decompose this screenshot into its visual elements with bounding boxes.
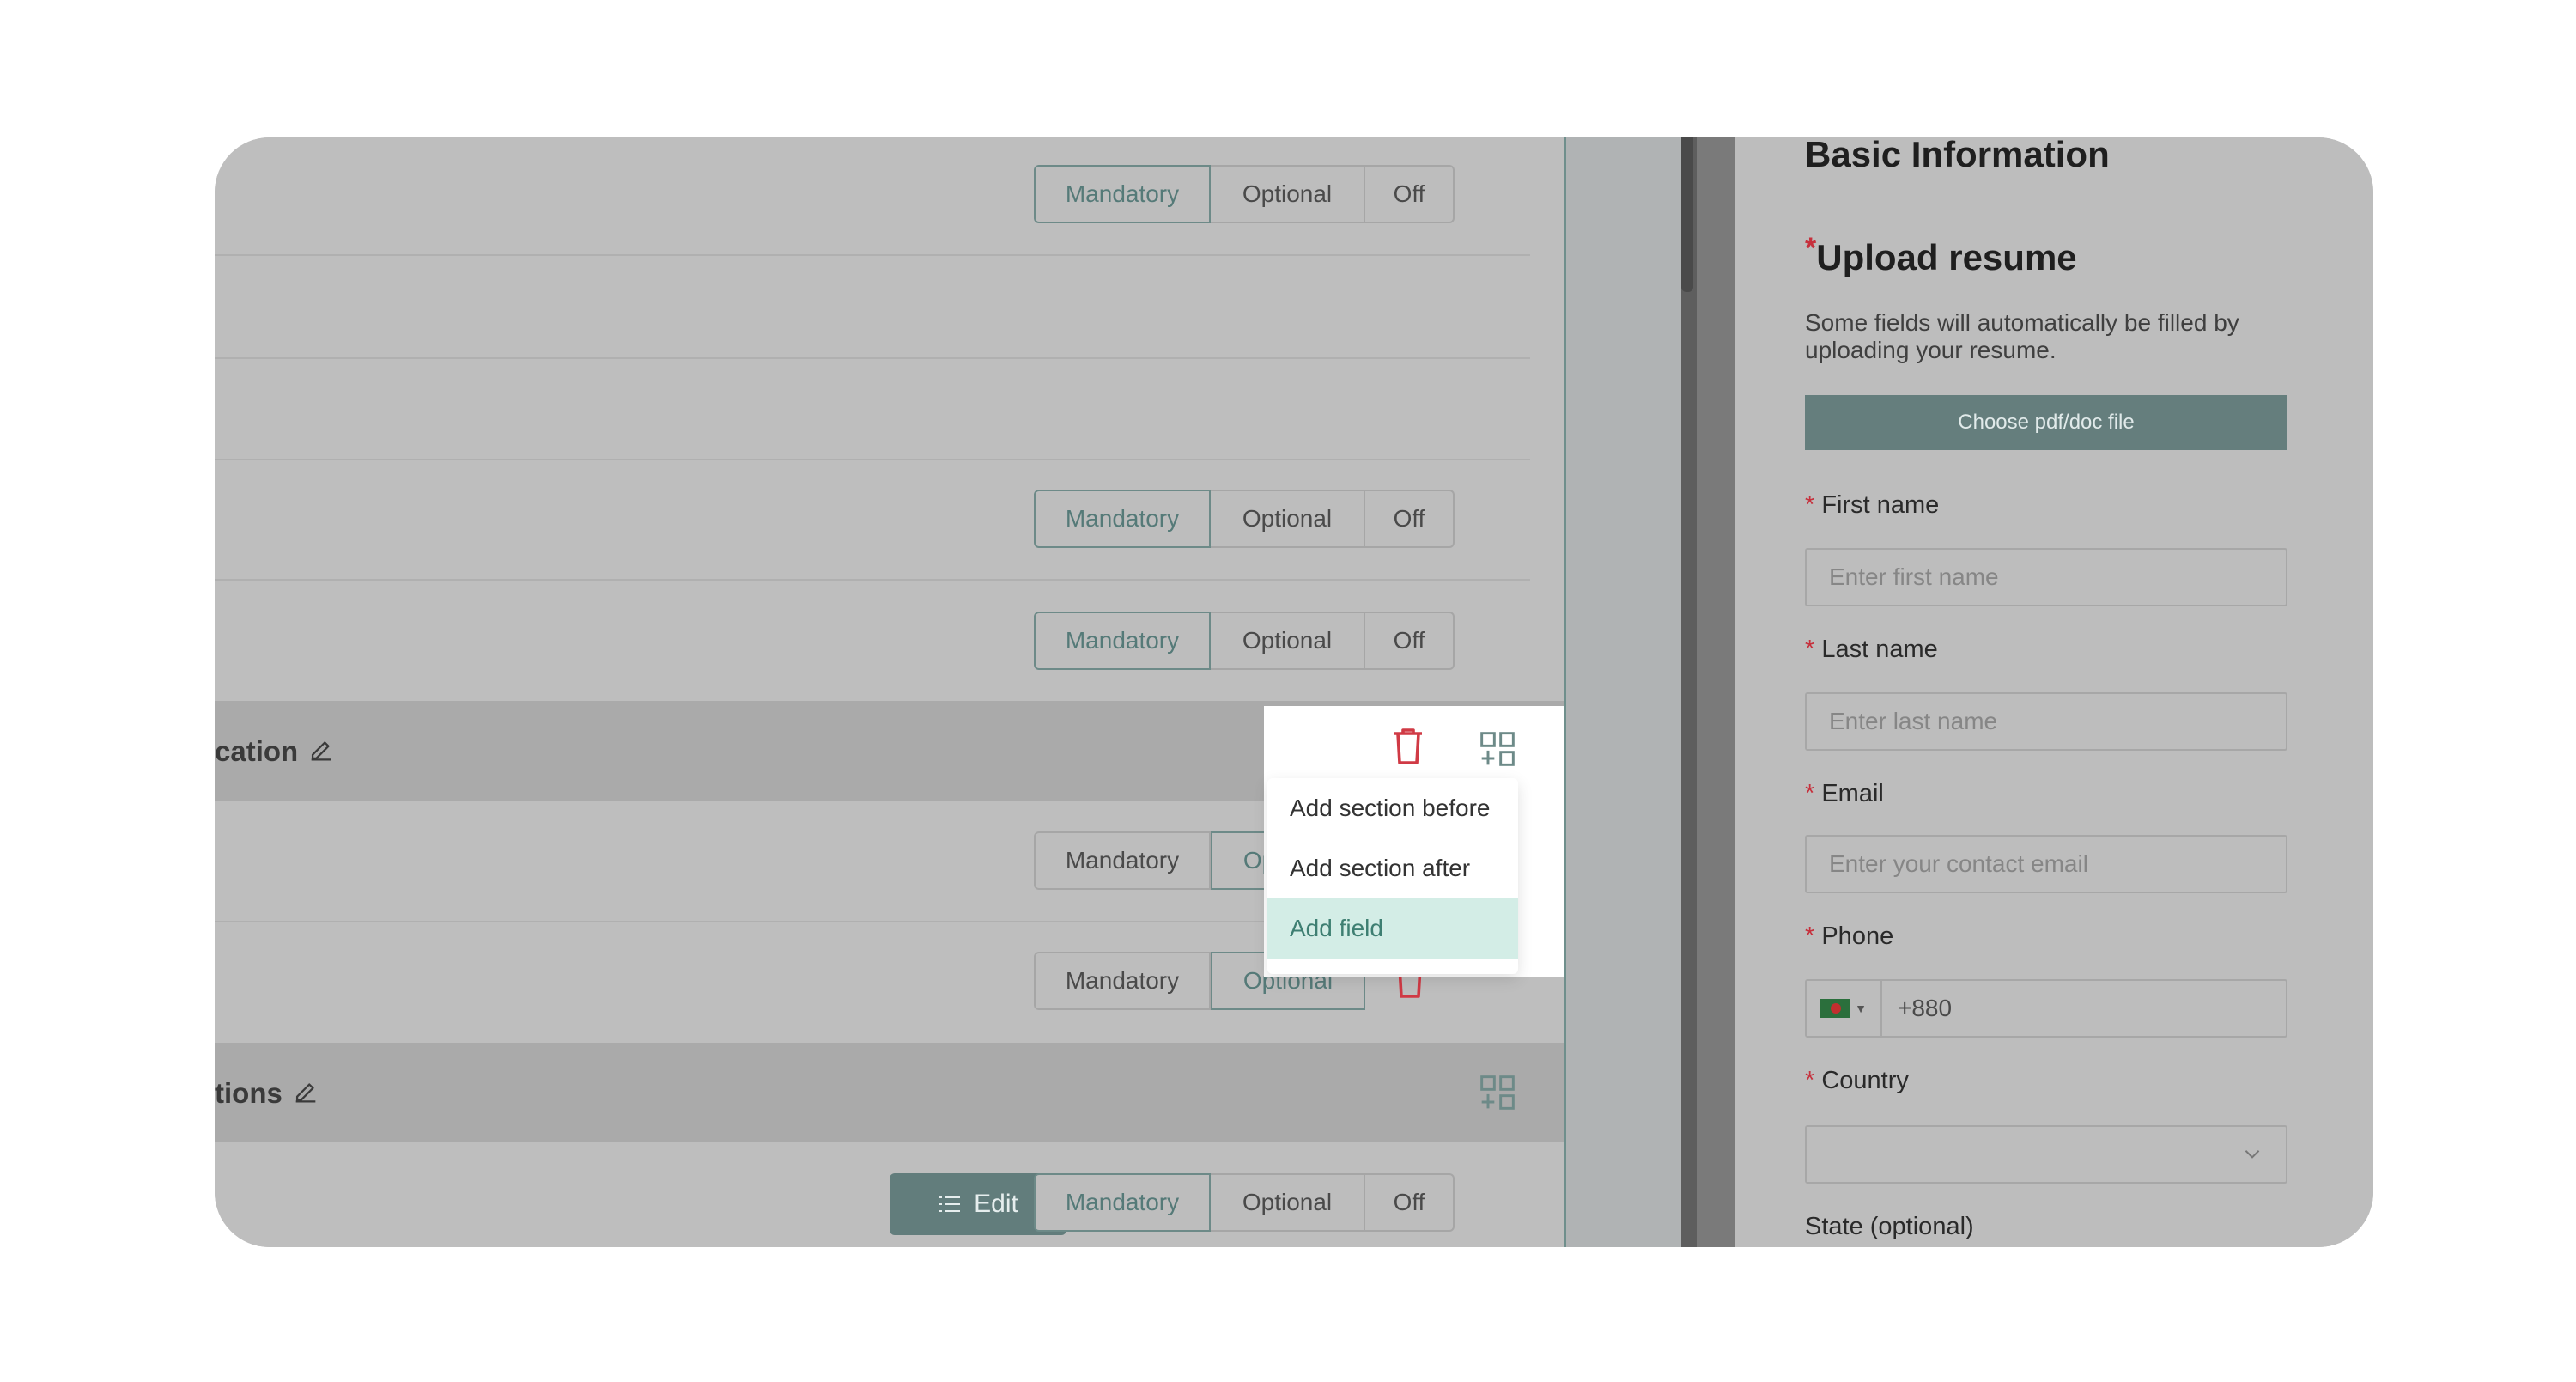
- row-divider: [215, 254, 1530, 256]
- state-label: State (optional): [1805, 1213, 1974, 1240]
- mandatory-option[interactable]: Mandatory: [1034, 952, 1211, 1010]
- mandatory-option[interactable]: Mandatory: [1034, 612, 1211, 670]
- phone-input-group: ▼ +880: [1805, 979, 2287, 1038]
- preview-heading: Basic Information: [1805, 137, 2110, 174]
- first-name-input[interactable]: Enter first name: [1805, 548, 2287, 606]
- optional-option[interactable]: Optional: [1211, 490, 1365, 548]
- email-input[interactable]: Enter your contact email: [1805, 835, 2287, 893]
- menu-item-add-section-after[interactable]: Add section after: [1267, 838, 1518, 898]
- chevron-down-icon: [2241, 1142, 2263, 1171]
- panel-divider: [1564, 137, 1683, 1247]
- optional-option[interactable]: Optional: [1211, 1173, 1365, 1232]
- off-option[interactable]: Off: [1365, 612, 1455, 670]
- device-frame-edge: [1681, 137, 1735, 1247]
- required-asterisk: *: [1805, 232, 1817, 265]
- required-asterisk: *: [1805, 636, 1822, 663]
- email-label: Email: [1821, 780, 1884, 807]
- form-preview-panel: Basic Information *Upload resume Some fi…: [1735, 137, 2373, 1247]
- country-select[interactable]: [1805, 1125, 2287, 1184]
- optional-option[interactable]: Optional: [1211, 612, 1365, 670]
- last-name-label: Last name: [1821, 636, 1938, 663]
- country-label: Country: [1821, 1067, 1909, 1094]
- choose-file-button[interactable]: Choose pdf/doc file: [1805, 395, 2287, 450]
- section-title: cation: [215, 735, 299, 767]
- menu-item-add-field[interactable]: Add field: [1267, 898, 1518, 959]
- delete-section-icon[interactable]: [1391, 725, 1425, 770]
- last-name-input[interactable]: Enter last name: [1805, 692, 2287, 751]
- caret-down-icon: ▼: [1855, 1001, 1867, 1015]
- field-requirement-toggle: Mandatory Optional Off: [1034, 490, 1455, 548]
- mandatory-option[interactable]: Mandatory: [1034, 831, 1211, 890]
- edit-pencil-icon[interactable]: [291, 1077, 320, 1111]
- edit-pencil-icon[interactable]: [307, 735, 336, 769]
- required-asterisk: *: [1805, 922, 1822, 950]
- field-requirement-toggle: Mandatory Optional Off: [1034, 1173, 1455, 1232]
- field-requirement-toggle: Mandatory Optional Off: [1034, 165, 1455, 223]
- add-menu-dropdown: Add section before Add section after Add…: [1267, 778, 1518, 974]
- edit-label: Edit: [974, 1190, 1018, 1218]
- off-option[interactable]: Off: [1365, 165, 1455, 223]
- off-option[interactable]: Off: [1365, 1173, 1455, 1232]
- required-asterisk: *: [1805, 780, 1822, 807]
- section-header: tions: [215, 1043, 1564, 1142]
- row-divider: [215, 357, 1530, 359]
- add-section-grid-icon[interactable]: [1479, 1074, 1516, 1116]
- mandatory-option[interactable]: Mandatory: [1034, 490, 1211, 548]
- list-icon: [939, 1196, 961, 1212]
- row-divider: [215, 459, 1530, 460]
- section-title: tions: [215, 1077, 283, 1109]
- form-builder-card: Mandatory Optional Off Mandatory Optiona…: [215, 137, 2373, 1247]
- off-option[interactable]: Off: [1365, 490, 1455, 548]
- country-code-selector[interactable]: ▼: [1807, 981, 1882, 1036]
- optional-option[interactable]: Optional: [1211, 165, 1365, 223]
- upload-title: Upload resume: [1816, 237, 2077, 277]
- mandatory-option[interactable]: Mandatory: [1034, 1173, 1211, 1232]
- required-asterisk: *: [1805, 491, 1822, 519]
- form-builder-panel: Mandatory Optional Off Mandatory Optiona…: [215, 137, 1564, 1247]
- add-section-grid-icon[interactable]: [1479, 730, 1516, 772]
- first-name-label: First name: [1821, 491, 1940, 519]
- bangladesh-flag-icon: [1820, 999, 1850, 1018]
- phone-label: Phone: [1821, 922, 1894, 950]
- required-asterisk: *: [1805, 1067, 1822, 1094]
- row-divider: [215, 579, 1530, 581]
- field-requirement-toggle: Mandatory Optional Off: [1034, 612, 1455, 670]
- mandatory-option[interactable]: Mandatory: [1034, 165, 1211, 223]
- phone-input[interactable]: +880: [1898, 995, 1952, 1022]
- menu-item-add-section-before[interactable]: Add section before: [1267, 778, 1518, 838]
- upload-note: Some fields will automatically be filled…: [1805, 309, 2239, 363]
